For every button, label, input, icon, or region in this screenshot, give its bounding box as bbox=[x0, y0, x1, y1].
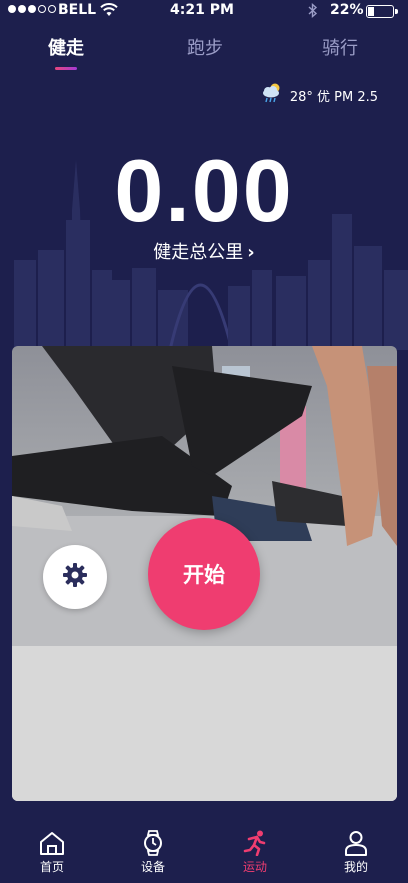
wifi-icon bbox=[100, 3, 118, 21]
tab-run[interactable]: 跑步 bbox=[187, 34, 223, 60]
running-icon bbox=[243, 830, 266, 856]
status-time: 4:21 PM bbox=[170, 2, 234, 18]
total-distance-link[interactable]: 健走总公里 › bbox=[0, 238, 408, 264]
nav-item-mine[interactable]: 我的 bbox=[326, 830, 386, 875]
home-icon bbox=[40, 832, 64, 855]
chevron-right-icon: › bbox=[247, 242, 255, 263]
nav-item-home[interactable]: 首页 bbox=[22, 830, 82, 875]
nav-label-device: 设备 bbox=[140, 860, 165, 874]
tab-active-indicator bbox=[55, 67, 77, 70]
total-distance-value: 0.00 bbox=[114, 141, 294, 240]
sport-type-tabs: 健走 跑步 骑行 bbox=[0, 34, 408, 74]
nav-item-device[interactable]: 设备 bbox=[123, 830, 183, 875]
tab-walk[interactable]: 健走 bbox=[48, 34, 84, 60]
nav-label-home: 首页 bbox=[39, 860, 64, 874]
nav-label-sport: 运动 bbox=[242, 860, 267, 874]
weather-text: 28° 优 PM 2.5 bbox=[289, 89, 378, 105]
battery-percent: 22% bbox=[330, 2, 364, 18]
signal-strength-icon bbox=[8, 5, 56, 13]
start-button[interactable]: 开始 bbox=[148, 518, 260, 630]
total-distance-label: 健走总公里 bbox=[153, 242, 244, 263]
bluetooth-icon bbox=[308, 2, 318, 22]
tab-ride[interactable]: 骑行 bbox=[322, 34, 358, 60]
battery-icon bbox=[366, 5, 398, 18]
settings-button[interactable] bbox=[43, 545, 107, 609]
nav-item-sport[interactable]: 运动 bbox=[225, 830, 285, 875]
user-icon bbox=[345, 831, 367, 856]
status-bar: BELL 4:21 PM 22% bbox=[0, 0, 408, 22]
carrier-name: BELL bbox=[58, 2, 97, 18]
cloud-sun-rain-icon bbox=[260, 82, 284, 108]
watch-icon bbox=[144, 830, 162, 856]
bottom-navigation: 首页 设备 运动 我的 bbox=[0, 822, 408, 883]
gear-icon bbox=[62, 562, 88, 592]
weather-info[interactable]: 28° 优 PM 2.5 bbox=[260, 82, 378, 108]
nav-label-mine: 我的 bbox=[343, 860, 368, 874]
